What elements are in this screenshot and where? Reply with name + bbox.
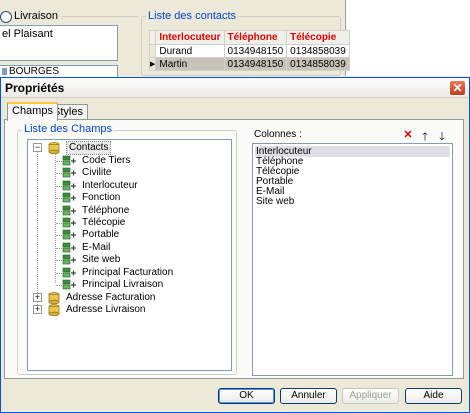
field-icon	[62, 155, 76, 166]
livraison-radio-label: Livraison	[14, 10, 59, 22]
livraison-radio[interactable]	[0, 11, 12, 23]
address-memo[interactable]: el Plaisant	[0, 25, 118, 61]
collapse-contacts-toggle[interactable]: −	[33, 143, 42, 152]
field-icon	[62, 168, 76, 178]
tree-node-label: Adresse Facturation	[66, 292, 156, 303]
expand-adresse-facturation-toggle[interactable]: +	[33, 293, 42, 302]
database-icon	[48, 142, 60, 154]
field-icon	[62, 192, 76, 203]
contacts-group-legend: Liste des contacts	[146, 10, 239, 22]
tree-node-label: Site web	[82, 254, 121, 266]
tab-champs[interactable]: Champs	[7, 102, 58, 121]
grid-cell[interactable]: 0134858039	[286, 44, 350, 58]
field-icon	[62, 279, 76, 290]
tree-node-label: Principal Livraison	[82, 279, 164, 290]
columns-list[interactable]: Interlocuteur Téléphone Télécopie Portable E…	[252, 143, 453, 376]
grid-cell[interactable]: Martin	[155, 57, 225, 71]
grid-header-telecopie[interactable]: Télécopie	[286, 30, 350, 45]
grid-cell[interactable]: 0134948150	[223, 44, 288, 58]
ok-button[interactable]: OK	[218, 388, 275, 404]
field-icon	[62, 205, 76, 215]
expand-adresse-livraison-toggle[interactable]: +	[33, 305, 42, 314]
fields-tree[interactable]: − Contacts Code Tiers Civilite Interlocute…	[27, 139, 232, 371]
grid-cell[interactable]: 0134948150	[223, 57, 288, 71]
grid-cell[interactable]: 0134858039	[286, 57, 350, 71]
database-icon	[48, 292, 60, 304]
tree-node-label: Télécopie	[82, 217, 126, 228]
apply-button[interactable]: Appliquer	[342, 388, 399, 404]
dialog-titlebar[interactable]: Propriétés ✕	[1, 78, 469, 98]
tree-node-label: Code Tiers	[82, 155, 131, 166]
tree-node-label: Civilite	[82, 167, 112, 179]
cancel-button[interactable]: Annuler	[280, 388, 337, 404]
grid-header-telephone[interactable]: Téléphone	[223, 30, 288, 45]
field-icon	[62, 242, 76, 253]
tree-node-label: Contacts	[66, 141, 112, 155]
help-button[interactable]: Aide	[405, 388, 462, 404]
close-button[interactable]: ✕	[449, 80, 466, 96]
contacts-grid[interactable]: Interlocuteur Téléphone Télécopie Durand…	[148, 30, 350, 71]
close-icon: ✕	[452, 81, 463, 95]
field-icon	[62, 267, 76, 277]
table-row[interactable]: Durand 0134948150 0134858039	[148, 44, 350, 58]
grid-header-interlocuteur[interactable]: Interlocuteur	[155, 30, 225, 45]
tree-node-label: Adresse Livraison	[66, 304, 146, 315]
delete-icon[interactable]: ✕	[402, 128, 414, 141]
database-icon	[48, 304, 60, 316]
group-border	[62, 16, 138, 17]
grid-header-row: Interlocuteur Téléphone Télécopie	[148, 30, 350, 45]
tree-node-label: Fonction	[82, 192, 121, 204]
grid-cell[interactable]: Durand	[155, 44, 225, 58]
dialog-title: Propriétés	[5, 81, 65, 95]
list-item[interactable]: Site web	[255, 196, 450, 207]
fields-group-legend: Liste des Champs	[22, 123, 115, 135]
tree-node-label: E-Mail	[82, 241, 111, 253]
table-row[interactable]: ▶ Martin 0134948150 0134858039	[148, 57, 350, 71]
tree-node-label: Téléphone	[82, 204, 130, 216]
tree-node-label: Portable	[82, 229, 120, 241]
city-field-marker	[2, 68, 7, 75]
background-blank-area	[345, 0, 470, 76]
field-icon	[62, 230, 76, 240]
tree-node-label: Principal Facturation	[82, 266, 174, 278]
field-icon	[62, 254, 76, 265]
field-icon	[62, 180, 76, 191]
tree-node-label: Interlocuteur	[82, 179, 138, 191]
columns-label: Colonnes :	[254, 129, 302, 140]
field-icon	[62, 217, 76, 228]
